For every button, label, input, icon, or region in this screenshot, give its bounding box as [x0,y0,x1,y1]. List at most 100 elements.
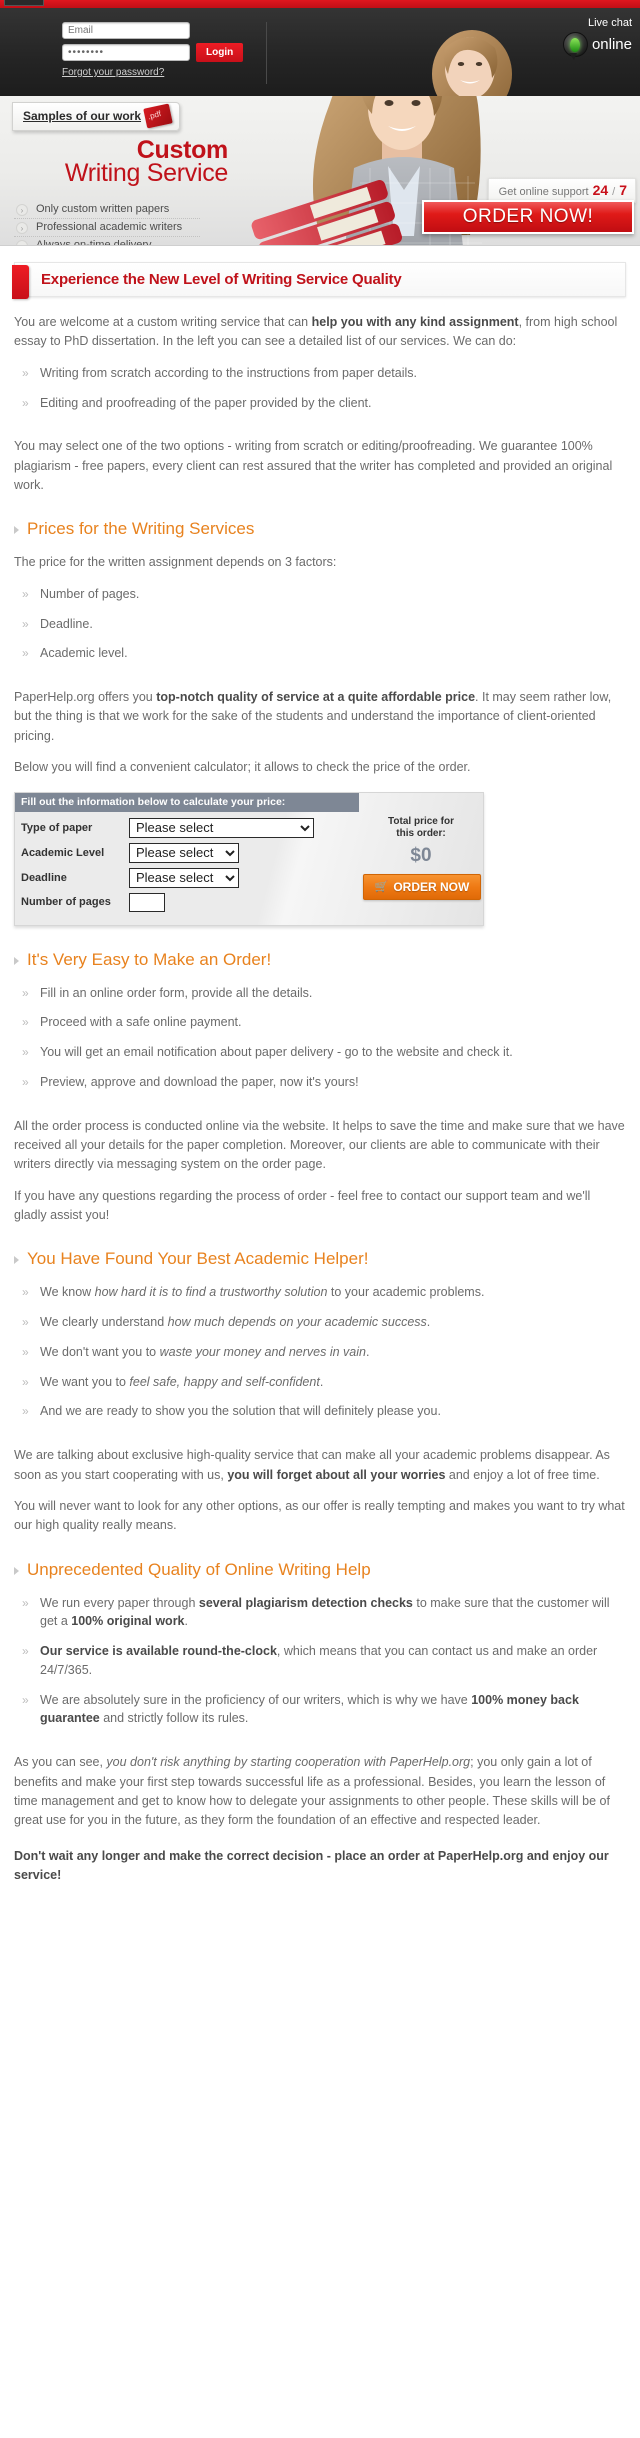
support-slash: / [612,186,616,198]
point-text-italic: how hard it is to find a trustworthy sol… [94,1285,328,1300]
order-steps-list: Fill in an online order form, provide al… [14,984,626,1103]
list-item: Deadline. [14,615,626,645]
list-item: › Professional academic writers [14,219,200,237]
hero-order-now-button[interactable]: ORDER NOW! [422,200,634,234]
point-text-a: And we are ready to show you the solutio… [40,1404,441,1419]
point-text-c: . [426,1315,431,1330]
calculator-row-type-of-paper: Type of paper Please select [21,817,351,838]
section-heading-quality: Unprecedented Quality of Online Writing … [14,1560,626,1580]
point-text-italic: how much depends on your academic succes… [167,1315,427,1330]
calculator-order-now-button[interactable]: 🛒 ORDER NOW [363,873,481,900]
top-red-strip [0,0,640,8]
prices-text-a: PaperHelp.org offers you [14,690,157,704]
number-of-pages-input[interactable] [129,892,165,912]
email-field[interactable] [62,22,190,39]
online-indicator-icon [570,37,581,52]
cart-icon: 🛒 [374,881,389,893]
login-form[interactable]: Login Forgot your password? [62,22,252,80]
quality-closing-paragraph: As you can see, you don't risk anything … [14,1753,626,1831]
label-type-of-paper: Type of paper [21,821,93,834]
quality-text-a: We run every paper through [40,1595,199,1610]
chevron-right-icon: › [16,222,28,234]
helper-text-c: and enjoy a lot of free time. [445,1467,600,1482]
password-field[interactable] [62,44,190,61]
support-label: Get online support [498,186,589,198]
live-chat-status: online [591,36,632,53]
point-text-italic: waste your money and nerves in vain [159,1344,366,1359]
total-price-label-line1: Total price for [388,815,454,827]
list-item: Proceed with a safe online payment. [14,1013,626,1043]
hero-title: Custom Writing Service [18,137,228,187]
login-button[interactable]: Login [196,43,244,62]
hero-bullet-label: Always on-time delivery [36,239,152,246]
chat-bubble-icon [562,32,588,60]
list-item: Writing from scratch according to the in… [14,364,626,394]
hero-feature-list: › Only custom written papers › Professio… [14,201,200,246]
list-item: › Always on-time delivery [14,237,200,246]
password-row: Login [62,43,252,62]
hero-title-line2: Writing Service [64,158,228,187]
section-heading-helper: You Have Found Your Best Academic Helper… [14,1249,626,1269]
support-24: 24 [592,182,609,198]
prices-paragraph: PaperHelp.org offers you top-notch quali… [14,688,626,746]
list-item: Preview, approve and download the paper,… [14,1073,626,1103]
support-7: 7 [619,182,627,198]
hero-order-now-label: ORDER NOW! [462,206,594,227]
deadline-select[interactable]: Please select [129,867,239,888]
closing-text-italic: you don't risk anything by starting coop… [106,1755,471,1770]
email-row [62,22,252,39]
point-text-c: . [319,1374,324,1389]
calculator-row-deadline: Deadline Please select [21,867,351,888]
list-item: We are absolutely sure in the proficienc… [14,1691,626,1740]
point-text-c: . [365,1344,370,1359]
live-chat-status-row: online [562,32,632,60]
point-text-a: We want you to [40,1374,130,1389]
forgot-password-link[interactable]: Forgot your password? [62,67,164,78]
point-text-italic: feel safe, happy and self-confident [129,1374,320,1389]
point-text-c: to your academic problems. [327,1285,485,1300]
pdf-icon: .pdf [143,103,173,129]
list-item: And we are ready to show you the solutio… [14,1402,626,1432]
live-chat-widget[interactable]: Live chat online [562,16,632,60]
calculator-total: Total price for this order: $0 🛒 ORDER N… [357,812,483,917]
page-title: Experience the New Level of Writing Serv… [12,262,626,299]
calculator-bar-label: Fill out the information below to calcul… [15,792,359,812]
point-text-a: We know [40,1285,95,1300]
header-model-photo [400,8,550,96]
quality-text-bold: several plagiarism detection checks [198,1595,413,1610]
intro-paragraph-2: You may select one of the two options - … [14,439,613,492]
total-price-label-line2: this order: [396,828,446,839]
list-item: We don't want you to waste your money an… [14,1343,626,1373]
quality-points-list: We run every paper through several plagi… [14,1594,626,1740]
point-text-a: We don't want you to [40,1344,160,1359]
type-of-paper-select[interactable]: Please select [129,817,314,838]
list-item: We want you to feel safe, happy and self… [14,1373,626,1403]
header-divider [266,22,267,84]
label-number-of-pages: Number of pages [21,896,111,908]
hero-bullet-label: Only custom written papers [36,203,170,215]
intro-text-a: You are welcome at a custom writing serv… [14,315,312,329]
main-content: Experience the New Level of Writing Serv… [0,262,640,1913]
prices-text-bold: top-notch quality of service at a quite … [156,690,476,704]
page-title-text: Experience the New Level of Writing Serv… [41,271,402,288]
final-call-to-action: Don't wait any longer and make the corre… [14,1848,609,1882]
price-factors-list: Number of pages. Deadline. Academic leve… [14,585,626,674]
samples-label: Samples of our work [23,109,142,123]
helper-paragraph-1: We are talking about exclusive high-qual… [14,1446,626,1485]
hero-banner: Samples of our work .pdf Custom Writing … [0,96,640,246]
list-item: Number of pages. [14,585,626,615]
hero-bullet-label: Professional academic writers [36,221,183,233]
browser-tab-stub [4,0,44,6]
calculator-row-number-of-pages: Number of pages [21,892,351,912]
pdf-icon-label: .pdf [146,109,163,122]
quality-text-a: We are absolutely sure in the proficienc… [40,1692,472,1707]
academic-level-select[interactable]: Please select [129,842,239,863]
quality-text-c2: . [184,1614,188,1629]
list-item: You will get an email notification about… [14,1043,626,1073]
list-item: Fill in an online order form, provide al… [14,984,626,1014]
point-text-a: We clearly understand [40,1315,168,1330]
total-price-value: $0 [410,844,432,866]
red-tab-marker [12,265,29,299]
list-item: Editing and proofreading of the paper pr… [14,394,626,424]
samples-of-our-work-button[interactable]: Samples of our work .pdf [12,102,181,131]
